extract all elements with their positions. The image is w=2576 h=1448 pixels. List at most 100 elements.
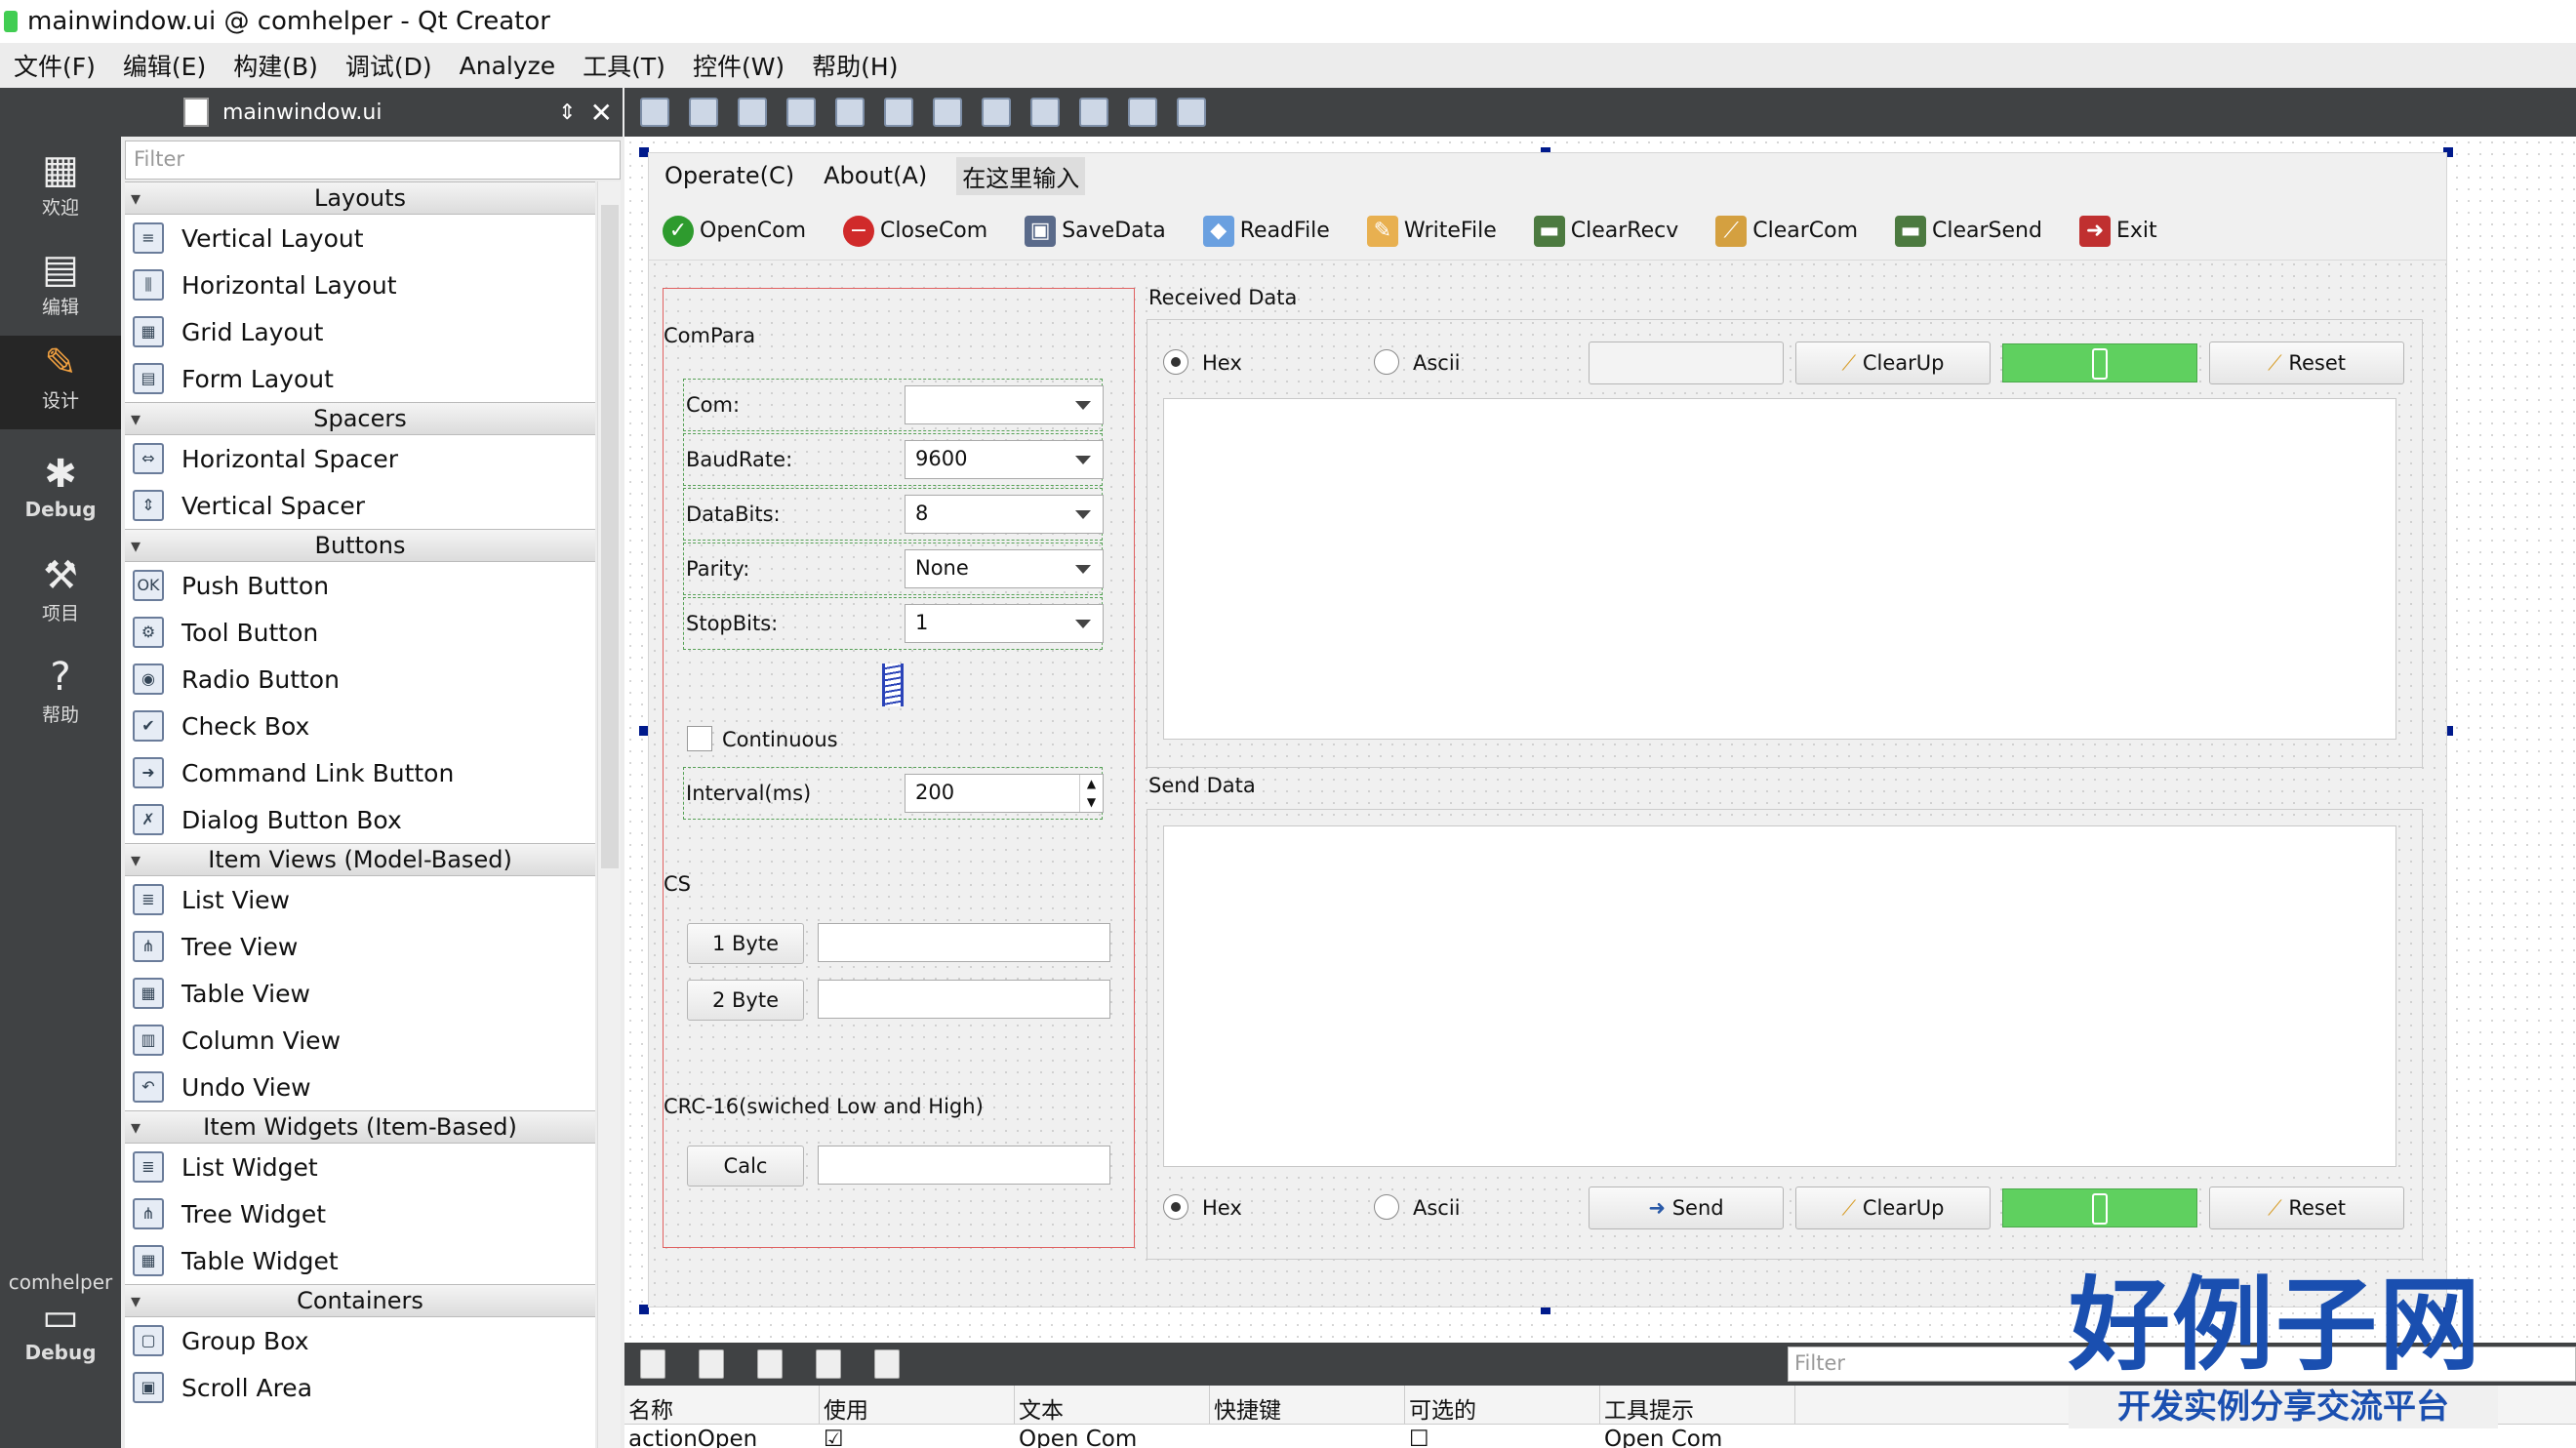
paste-action-icon[interactable] bbox=[757, 1349, 783, 1379]
widget-item[interactable]: ⇕ Vertical Spacer bbox=[125, 482, 595, 529]
writefile-button[interactable]: ✎ WriteFile bbox=[1366, 215, 1497, 247]
menu-debug[interactable]: 调试(D) bbox=[332, 48, 446, 83]
continuous-checkbox[interactable] bbox=[687, 726, 712, 751]
send-hex-radio[interactable] bbox=[1163, 1194, 1188, 1220]
mode-debug[interactable]: ✱ Debug bbox=[0, 451, 121, 539]
savedata-button[interactable]: ▣ SaveData bbox=[1025, 215, 1166, 247]
widget-category[interactable]: Spacers bbox=[125, 402, 595, 435]
received-text-area[interactable] bbox=[1163, 398, 2396, 740]
parity-combo[interactable]: None bbox=[905, 549, 1104, 588]
menu-about[interactable]: About(A) bbox=[824, 162, 927, 189]
opencom-button[interactable]: ✓ OpenCom bbox=[663, 215, 806, 247]
widget-item[interactable]: ✔ Check Box bbox=[125, 703, 595, 749]
com-combo[interactable] bbox=[905, 385, 1104, 424]
widget-filter-input[interactable]: Filter bbox=[125, 141, 621, 180]
col-checkable[interactable]: 可选的 bbox=[1405, 1386, 1600, 1425]
widget-item[interactable]: ≣ List Widget bbox=[125, 1144, 595, 1190]
configure-action-icon[interactable] bbox=[874, 1349, 900, 1379]
widget-category[interactable]: Buttons bbox=[125, 529, 595, 562]
recv-reset-button[interactable]: ⟋ Reset bbox=[2209, 342, 2404, 384]
clearsend-button[interactable]: ▬ ClearSend bbox=[1895, 215, 2042, 247]
col-name[interactable]: 名称 bbox=[624, 1386, 820, 1425]
delete-action-icon[interactable] bbox=[816, 1349, 841, 1379]
two-byte-result[interactable] bbox=[818, 980, 1110, 1019]
recv-clearup-button[interactable]: ⟋ ClearUp bbox=[1795, 342, 1991, 384]
widget-item[interactable]: ⚙ Tool Button bbox=[125, 609, 595, 656]
clearcom-button[interactable]: ⟋ ClearCom bbox=[1715, 215, 1858, 247]
mode-design[interactable]: ✎ 设计 bbox=[0, 336, 121, 429]
widget-item[interactable]: ▦ Table Widget bbox=[125, 1237, 595, 1284]
menu-help[interactable]: 帮助(H) bbox=[798, 48, 911, 83]
layout-v-splitter-icon[interactable] bbox=[982, 98, 1011, 127]
readfile-button[interactable]: ◆ ReadFile bbox=[1202, 215, 1330, 247]
vertical-spacer[interactable] bbox=[882, 664, 904, 706]
col-tooltip[interactable]: 工具提示 bbox=[1600, 1386, 1795, 1425]
widget-item[interactable]: ✗ Dialog Button Box bbox=[125, 796, 595, 843]
open-file-name[interactable]: mainwindow.ui bbox=[222, 101, 382, 125]
scroll-thumb[interactable] bbox=[601, 205, 619, 868]
main-window-form[interactable]: Operate(C) About(A) 在这里输入 ✓ OpenCom − Clos… bbox=[648, 152, 2447, 1307]
recv-blank-button[interactable] bbox=[1589, 342, 1784, 384]
close-file-icon[interactable]: ✕ bbox=[590, 97, 613, 129]
layout-form-icon[interactable] bbox=[1030, 98, 1060, 127]
left-panel-layout[interactable]: ComPara Com: BaudRate: 9600 DataBits: 8 Pa… bbox=[663, 288, 1135, 1248]
widget-item[interactable]: ≣ List View bbox=[125, 876, 595, 923]
crc-result[interactable] bbox=[818, 1146, 1110, 1185]
col-shortcut[interactable]: 快捷键 bbox=[1210, 1386, 1405, 1425]
widget-item[interactable]: ◉ Radio Button bbox=[125, 656, 595, 703]
widget-item[interactable]: ⋔ Tree Widget bbox=[125, 1190, 595, 1237]
edit-widgets-icon[interactable] bbox=[640, 98, 669, 127]
menu-edit[interactable]: 编辑(E) bbox=[109, 48, 220, 83]
send-clearup-button[interactable]: ⟋ ClearUp bbox=[1795, 1187, 1991, 1229]
widget-item[interactable]: OK Push Button bbox=[125, 562, 595, 609]
mode-edit[interactable]: ▤ 编辑 bbox=[0, 246, 121, 334]
widget-item[interactable]: ⋔ Tree View bbox=[125, 923, 595, 970]
two-byte-button[interactable]: 2 Byte bbox=[687, 980, 804, 1021]
stopbits-combo[interactable]: 1 bbox=[905, 604, 1104, 643]
widget-item[interactable]: ➜ Command Link Button bbox=[125, 749, 595, 796]
one-byte-button[interactable]: 1 Byte bbox=[687, 923, 804, 964]
action-used-check[interactable]: ☑ bbox=[820, 1425, 1015, 1448]
col-text[interactable]: 文本 bbox=[1015, 1386, 1210, 1425]
closecom-button[interactable]: − CloseCom bbox=[843, 215, 987, 247]
widget-item[interactable]: ▦ Grid Layout bbox=[125, 308, 595, 355]
interval-spinbox[interactable]: 200 ▲ ▼ bbox=[905, 774, 1104, 813]
recv-ascii-radio[interactable] bbox=[1374, 349, 1399, 375]
menu-type-here[interactable]: 在这里输入 bbox=[956, 156, 1086, 195]
send-text-area[interactable] bbox=[1163, 825, 2396, 1167]
widget-item[interactable]: ▢ Group Box bbox=[125, 1317, 595, 1364]
menu-build[interactable]: 构建(B) bbox=[220, 48, 332, 83]
menu-analyze[interactable]: Analyze bbox=[446, 52, 570, 80]
edit-tab-order-icon[interactable] bbox=[786, 98, 816, 127]
mode-welcome[interactable]: ▦ 欢迎 bbox=[0, 146, 121, 234]
widget-category[interactable]: Item Views (Model-Based) bbox=[125, 843, 595, 876]
edit-signals-icon[interactable] bbox=[689, 98, 718, 127]
widget-item[interactable]: ⫼ Horizontal Layout bbox=[125, 261, 595, 308]
menu-file[interactable]: 文件(F) bbox=[0, 48, 109, 83]
layout-horizontal-icon[interactable] bbox=[835, 98, 865, 127]
widget-category[interactable]: Containers bbox=[125, 1284, 595, 1317]
calc-button[interactable]: Calc bbox=[687, 1146, 804, 1187]
widget-category[interactable]: Item Widgets (Item-Based) bbox=[125, 1110, 595, 1144]
mode-help[interactable]: ? 帮助 bbox=[0, 654, 121, 742]
one-byte-result[interactable] bbox=[818, 923, 1110, 962]
menu-widgets[interactable]: 控件(W) bbox=[679, 48, 798, 83]
menu-operate[interactable]: Operate(C) bbox=[664, 162, 794, 189]
spin-arrows-icon[interactable]: ▲ ▼ bbox=[1079, 775, 1103, 812]
build-target-selector[interactable]: comhelper ▭ Debug bbox=[0, 1270, 121, 1417]
layout-h-splitter-icon[interactable] bbox=[933, 98, 962, 127]
send-button[interactable]: ➜ Send bbox=[1589, 1187, 1784, 1229]
widget-item[interactable]: ⇔ Horizontal Spacer bbox=[125, 435, 595, 482]
widget-item[interactable]: ≡ Vertical Layout bbox=[125, 215, 595, 261]
clearrecv-button[interactable]: ▬ ClearRecv bbox=[1533, 215, 1678, 247]
widget-item[interactable]: ↶ Undo View bbox=[125, 1064, 595, 1110]
send-ascii-radio[interactable] bbox=[1374, 1194, 1399, 1220]
recv-hex-radio[interactable] bbox=[1163, 349, 1188, 375]
new-action-icon[interactable] bbox=[640, 1349, 665, 1379]
layout-grid-icon[interactable] bbox=[1079, 98, 1108, 127]
send-reset-button[interactable]: ⟋ Reset bbox=[2209, 1187, 2404, 1229]
copy-action-icon[interactable] bbox=[699, 1349, 724, 1379]
action-checkable-box[interactable]: ☐ bbox=[1405, 1425, 1600, 1448]
exit-button[interactable]: ➜ Exit bbox=[2078, 215, 2157, 247]
col-used[interactable]: 使用 bbox=[820, 1386, 1015, 1425]
